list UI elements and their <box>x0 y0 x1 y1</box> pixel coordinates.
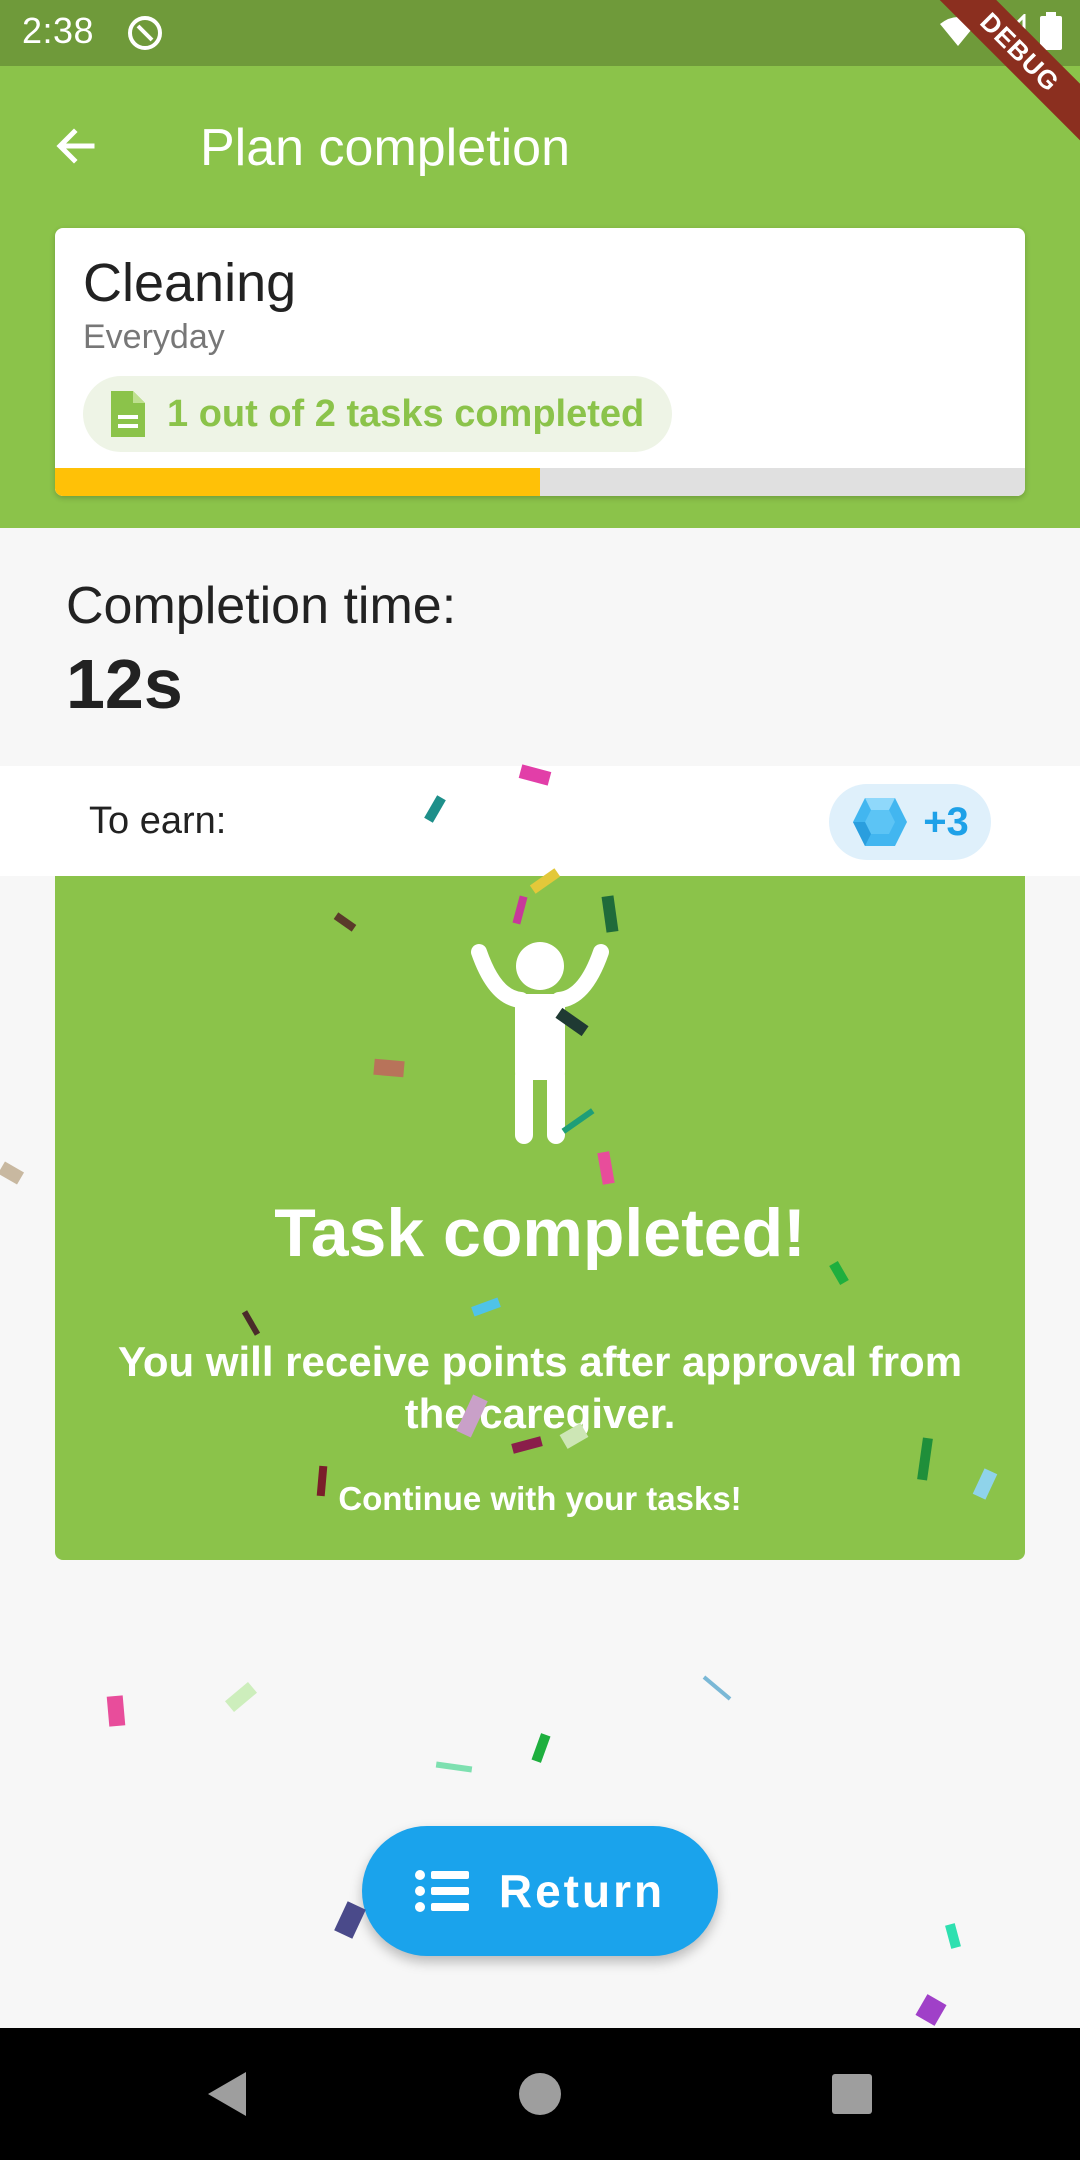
return-button[interactable]: Return <box>362 1826 718 1956</box>
back-triangle-icon <box>208 2072 246 2116</box>
recents-square-icon <box>832 2074 872 2114</box>
tasks-progress-chip: 1 out of 2 tasks completed <box>83 376 673 452</box>
completion-time-value: 12s <box>66 645 183 723</box>
success-message: You will receive points after approval f… <box>117 1338 963 1437</box>
confetti-piece <box>106 1695 126 1727</box>
status-bar: 2:38 <box>0 0 1080 66</box>
back-button[interactable] <box>40 110 112 182</box>
return-label: Return <box>498 1865 666 1917</box>
document-icon <box>111 391 145 437</box>
app-notification-icon <box>128 16 162 50</box>
confetti-piece <box>225 1681 257 1713</box>
confetti-piece <box>702 1675 732 1701</box>
earn-card: To earn: +3 <box>55 766 1025 876</box>
task-completed-card: Task completed! You will receive points … <box>55 876 1025 1560</box>
navigation-bar <box>0 2028 1080 2160</box>
list-icon <box>414 1870 469 1912</box>
gem-icon <box>853 798 908 846</box>
points-badge: +3 <box>829 784 991 860</box>
success-footer: Continue with your tasks! <box>338 1480 742 1517</box>
arrow-back-icon <box>56 128 95 164</box>
plan-frequency: Everyday <box>83 318 225 356</box>
earn-label: To earn: <box>89 800 227 842</box>
confetti-piece <box>915 1994 947 2026</box>
confetti-piece <box>435 1761 473 1773</box>
battery-icon <box>1040 12 1062 50</box>
completion-time-label: Completion time: <box>66 577 457 635</box>
celebrating-person-icon <box>471 942 609 1144</box>
confetti-piece <box>0 1161 25 1185</box>
nav-back-button[interactable] <box>196 2064 256 2124</box>
confetti-piece <box>945 1923 961 1949</box>
plan-title: Cleaning <box>83 253 297 313</box>
points-value: +3 <box>923 799 969 844</box>
tasks-summary: 1 out of 2 tasks completed <box>167 392 645 435</box>
confetti-piece <box>531 1733 551 1763</box>
nav-recents-button[interactable] <box>822 2064 882 2124</box>
progress-fill <box>55 468 540 496</box>
progress-bar <box>55 468 1025 496</box>
confetti-piece <box>334 1901 366 1939</box>
status-time: 2:38 <box>22 10 95 51</box>
home-circle-icon <box>519 2073 561 2115</box>
page-title: Plan completion <box>200 119 570 177</box>
success-title: Task completed! <box>274 1195 806 1271</box>
plan-card: Cleaning Everyday 1 out of 2 tasks compl… <box>55 228 1025 496</box>
nav-home-button[interactable] <box>510 2064 570 2124</box>
